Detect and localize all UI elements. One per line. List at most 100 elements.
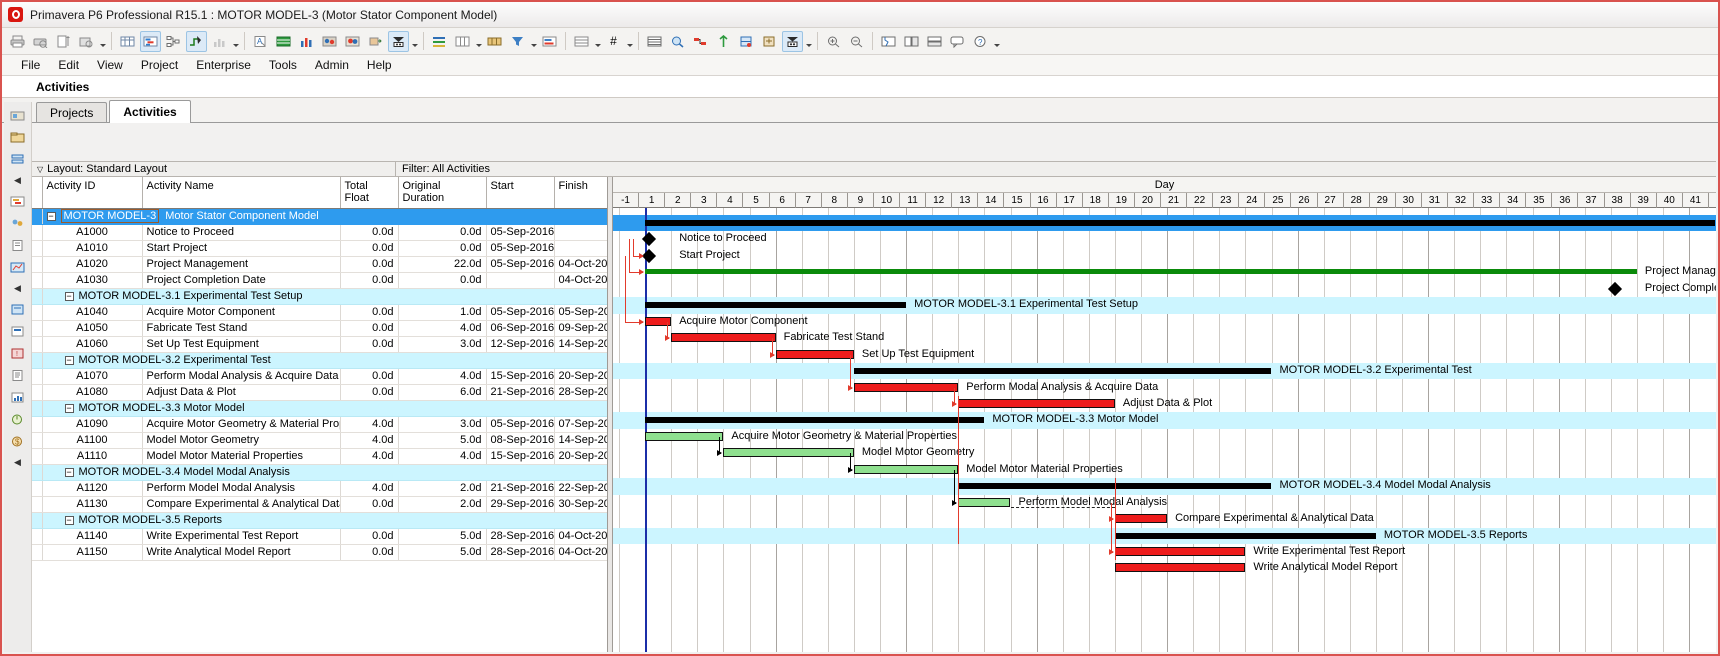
tab-activities[interactable]: Activities: [109, 100, 190, 123]
wbs-summary-cell[interactable]: −MOTOR MODEL-3.2 Experimental Test: [42, 352, 607, 368]
number-icon[interactable]: #: [603, 31, 624, 52]
table-row[interactable]: A1080Adjust Data & Plot0.0d6.0d21-Sep-20…: [32, 384, 607, 400]
home-icon[interactable]: [8, 106, 28, 125]
filter-icon[interactable]: [507, 31, 528, 52]
cell-finish[interactable]: 14-Sep-2016: [554, 336, 607, 352]
menu-view[interactable]: View: [88, 56, 132, 74]
table-row-wbs[interactable]: −MOTOR MODEL-3.5 Reports: [32, 512, 607, 528]
bar-styles-icon[interactable]: [539, 31, 560, 52]
cell-finish[interactable]: 22-Sep-2016: [554, 480, 607, 496]
gantt-summary-bar[interactable]: [1115, 533, 1376, 539]
activity-network-icon[interactable]: [163, 31, 184, 52]
cell-original-duration[interactable]: 4.0d: [398, 448, 486, 464]
cell-activity-id[interactable]: A1100: [42, 432, 142, 448]
cell-activity-id[interactable]: A1090: [42, 416, 142, 432]
cell-finish[interactable]: 14-Sep-2016: [554, 432, 607, 448]
cell-total-float[interactable]: 4.0d: [340, 480, 398, 496]
wbs-summary-cell[interactable]: −MOTOR MODEL-3.1 Experimental Test Setup: [42, 288, 607, 304]
gantt-chart-icon[interactable]: [140, 31, 161, 52]
layout-bar[interactable]: ▽ Layout: Standard Layout Filter: All Ac…: [32, 162, 1716, 177]
cell-total-float[interactable]: 0.0d: [340, 320, 398, 336]
tab-projects[interactable]: Projects: [36, 102, 107, 122]
cell-total-float[interactable]: 0.0d: [340, 240, 398, 256]
col-header-activity-name[interactable]: Activity Name: [142, 177, 340, 208]
cell-finish[interactable]: 04-Oct-2016: [554, 272, 607, 288]
view-options-caret[interactable]: [231, 31, 240, 52]
cell-activity-id[interactable]: A1020: [42, 256, 142, 272]
cell-finish[interactable]: 28-Sep-2016: [554, 384, 607, 400]
table-row[interactable]: A1020Project Management0.0d22.0d05-Sep-2…: [32, 256, 607, 272]
cell-total-float[interactable]: 4.0d: [340, 416, 398, 432]
reports2-icon[interactable]: [8, 388, 28, 407]
expenses-icon[interactable]: $: [8, 432, 28, 451]
menu-help[interactable]: Help: [358, 56, 401, 74]
table-row[interactable]: A1100Model Motor Geometry4.0d5.0d08-Sep-…: [32, 432, 607, 448]
activity-table-body[interactable]: −MOTOR MODEL-3 Motor Stator Component Mo…: [32, 208, 607, 560]
cell-original-duration[interactable]: 3.0d: [398, 336, 486, 352]
table-row[interactable]: A1050Fabricate Test Stand0.0d4.0d06-Sep-…: [32, 320, 607, 336]
cell-activity-id[interactable]: A1150: [42, 544, 142, 560]
menu-admin[interactable]: Admin: [306, 56, 358, 74]
cell-start[interactable]: 21-Sep-2016: [486, 480, 554, 496]
cell-original-duration[interactable]: 22.0d: [398, 256, 486, 272]
gantt-critical-bar[interactable]: [958, 399, 1115, 408]
issues-icon[interactable]: [8, 322, 28, 341]
cell-activity-id[interactable]: A1130: [42, 496, 142, 512]
cell-finish[interactable]: 09-Sep-2016: [554, 320, 607, 336]
cell-total-float[interactable]: 0.0d: [340, 544, 398, 560]
cell-activity-name[interactable]: Adjust Data & Plot: [142, 384, 340, 400]
chevron-left-icon-3[interactable]: ◀: [14, 457, 21, 468]
rows-icon[interactable]: [571, 31, 592, 52]
rows-caret[interactable]: [593, 31, 602, 52]
collapse-expand-icon[interactable]: −: [65, 356, 74, 365]
cell-total-float[interactable]: 0.0d: [340, 256, 398, 272]
cell-total-float[interactable]: 0.0d: [340, 496, 398, 512]
col-header-activity-id[interactable]: Activity ID: [42, 177, 142, 208]
wbs-icon[interactable]: [8, 150, 28, 169]
table-row[interactable]: A1000Notice to Proceed0.0d0.0d05-Sep-201…: [32, 224, 607, 240]
cell-start[interactable]: 28-Sep-2016: [486, 528, 554, 544]
cell-finish[interactable]: 04-Oct-2016: [554, 256, 607, 272]
gantt-summary-bar[interactable]: [645, 302, 906, 308]
cell-start[interactable]: 28-Sep-2016: [486, 544, 554, 560]
wbs-summary-cell[interactable]: −MOTOR MODEL-3.4 Model Modal Analysis: [42, 464, 607, 480]
collapse-expand-icon[interactable]: −: [65, 516, 74, 525]
store-period-icon[interactable]: [782, 31, 803, 52]
cell-start[interactable]: 05-Sep-2016: [486, 240, 554, 256]
cell-activity-name[interactable]: Compare Experimental & Analytical Data: [142, 496, 340, 512]
cell-finish[interactable]: 04-Oct-2016: [554, 544, 607, 560]
table-row[interactable]: A1070Perform Modal Analysis & Acquire Da…: [32, 368, 607, 384]
cell-original-duration[interactable]: 5.0d: [398, 528, 486, 544]
cell-start[interactable]: 21-Sep-2016: [486, 384, 554, 400]
cell-total-float[interactable]: 0.0d: [340, 368, 398, 384]
assignments-icon[interactable]: [8, 300, 28, 319]
cell-activity-name[interactable]: Write Analytical Model Report: [142, 544, 340, 560]
table-row-wbs[interactable]: −MOTOR MODEL-3.4 Model Modal Analysis: [32, 464, 607, 480]
gantt-summary-bar[interactable]: [645, 417, 984, 423]
table-row[interactable]: A1010Start Project0.0d0.0d05-Sep-2016: [32, 240, 607, 256]
cell-activity-id[interactable]: A1060: [42, 336, 142, 352]
cell-total-float[interactable]: 0.0d: [340, 384, 398, 400]
cell-original-duration[interactable]: 5.0d: [398, 544, 486, 560]
cell-original-duration[interactable]: 6.0d: [398, 384, 486, 400]
split-vertical-icon[interactable]: [901, 31, 922, 52]
menu-project[interactable]: Project: [132, 56, 187, 74]
main-toolbar[interactable]: A # ?: [2, 28, 1718, 55]
page-setup-icon[interactable]: [53, 31, 74, 52]
print-options-caret[interactable]: [98, 31, 107, 52]
collapse-expand-icon[interactable]: −: [47, 212, 56, 221]
resources-icon[interactable]: [8, 214, 28, 233]
col-header-original-duration[interactable]: Original Duration: [398, 177, 486, 208]
menu-edit[interactable]: Edit: [49, 56, 88, 74]
cell-finish[interactable]: [554, 240, 607, 256]
table-icon[interactable]: [117, 31, 138, 52]
relationships-icon[interactable]: [690, 31, 711, 52]
cell-activity-name[interactable]: Model Motor Geometry: [142, 432, 340, 448]
cell-start[interactable]: 15-Sep-2016: [486, 448, 554, 464]
gantt-noncritical-bar[interactable]: [854, 465, 958, 474]
gantt-summary-bar[interactable]: [645, 220, 1715, 226]
cell-activity-name[interactable]: Acquire Motor Component: [142, 304, 340, 320]
cell-start[interactable]: [486, 272, 554, 288]
documents-icon[interactable]: [8, 366, 28, 385]
print-preview-icon[interactable]: [30, 31, 51, 52]
